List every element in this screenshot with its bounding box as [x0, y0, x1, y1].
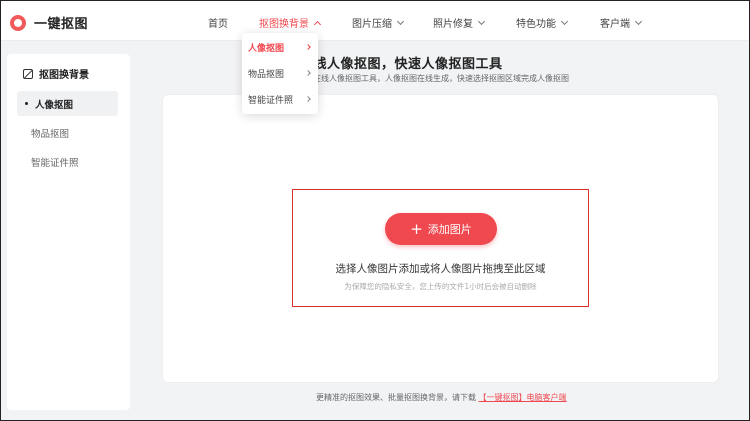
- dropdown-item-portrait-cutout[interactable]: 人像抠图: [248, 37, 314, 57]
- chevron-right-icon: [305, 44, 311, 50]
- chevron-right-icon: [305, 96, 311, 102]
- nav-item-label: 照片修复: [433, 19, 473, 30]
- sidebar-item-label: 智能证件照: [31, 157, 79, 169]
- plus-icon: +: [410, 219, 423, 238]
- nav-item-label: 特色功能: [516, 19, 556, 30]
- nav-item-image-compress[interactable]: 图片压缩: [352, 15, 405, 30]
- chevron-right-icon: [305, 70, 311, 76]
- nav-item-cutout-background[interactable]: 抠图换背景: [259, 15, 322, 30]
- nav-dropdown-menu: 人像抠图 物品抠图 智能证件照: [242, 33, 318, 114]
- page-title: 在线人像抠图，快速人像抠图工具: [300, 57, 503, 72]
- dropdown-item-id-photo[interactable]: 智能证件照: [248, 89, 314, 109]
- top-header: 一键抠图 首页 抠图换背景 图片压缩 照片修复 特色功能 客户端: [1, 1, 749, 41]
- dropdown-item-label: 智能证件照: [248, 95, 294, 106]
- privacy-note: 为保障您的隐私安全，您上传的文件1小时后会被自动删除: [344, 282, 537, 291]
- client-download-link[interactable]: 【一键抠图】电脑客户端: [479, 393, 567, 402]
- sidebar-item-label: 物品抠图: [31, 128, 70, 140]
- sidebar-item-id-photo[interactable]: 智能证件照: [17, 149, 118, 174]
- nav-item-label: 图片压缩: [352, 19, 392, 30]
- footer-text: 更精准的抠图效果、批量抠图换背景，请下载: [316, 393, 476, 402]
- sidebar: 抠图换背景 人像抠图 物品抠图 智能证件照: [7, 54, 130, 410]
- add-image-label: 添加图片: [427, 223, 472, 236]
- nav-item-label: 抠图换背景: [259, 19, 309, 30]
- cutout-icon: [23, 68, 33, 79]
- dropdown-item-label: 人像抠图: [248, 43, 285, 54]
- nav-item-features[interactable]: 特色功能: [516, 15, 569, 30]
- chevron-down-icon: [560, 17, 569, 25]
- nav-item-label: 客户端: [600, 19, 630, 30]
- nav-item-label: 首页: [208, 19, 228, 30]
- sidebar-item-portrait-cutout[interactable]: 人像抠图: [17, 91, 118, 116]
- sidebar-item-object-cutout[interactable]: 物品抠图: [17, 120, 118, 145]
- nav-item-home[interactable]: 首页: [208, 15, 228, 30]
- drop-instructions: 选择人像图片添加或将人像图片拖拽至此区域: [335, 263, 546, 275]
- add-image-button[interactable]: + 添加图片: [385, 213, 497, 245]
- page-subtitle: 在线人像抠图工具，人像抠图在线生成，快速选择抠图区域完成人像抠图: [313, 74, 569, 83]
- footer-note: 更精准的抠图效果、批量抠图换背景，请下载 【一键抠图】电脑客户端: [316, 392, 567, 403]
- dropdown-item-label: 物品抠图: [248, 69, 285, 80]
- chevron-up-icon: [313, 20, 322, 28]
- sidebar-item-label: 人像抠图: [35, 99, 74, 111]
- chevron-down-icon: [634, 17, 643, 25]
- nav-item-client[interactable]: 客户端: [600, 15, 643, 30]
- nav-item-photo-repair[interactable]: 照片修复: [433, 15, 486, 30]
- chevron-down-icon: [396, 17, 405, 25]
- chevron-down-icon: [477, 17, 486, 25]
- sidebar-title-label: 抠图换背景: [39, 70, 89, 81]
- dropdown-item-object-cutout[interactable]: 物品抠图: [248, 63, 314, 83]
- main-nav: 首页 抠图换背景 图片压缩 照片修复 特色功能 客户端: [1, 1, 749, 41]
- sidebar-title: 抠图换背景: [23, 66, 89, 81]
